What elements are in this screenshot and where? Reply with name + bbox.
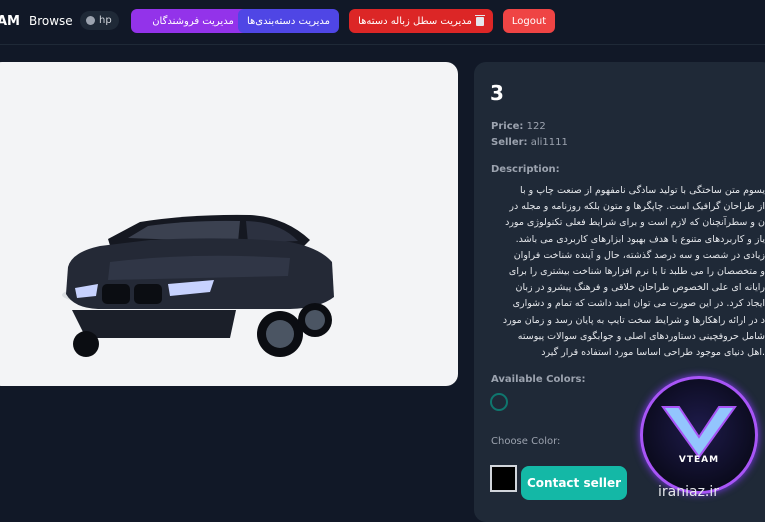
trash-button-label: مدیریت سطل زباله دسته‌ها: [358, 15, 472, 27]
choose-color-label: Choose Color:: [491, 436, 561, 447]
available-colors-label: Available Colors:: [491, 374, 586, 385]
manage-trash-button[interactable]: مدیریت سطل زباله دسته‌ها: [349, 9, 493, 33]
brand-logo[interactable]: AM: [0, 14, 20, 29]
description-text: یسوم متن ساختگی با تولید سادگی نامفهوم ا…: [502, 185, 765, 359]
price-row: Price: 122: [491, 121, 546, 132]
user-name: hp: [99, 15, 112, 26]
price-label: Price:: [491, 121, 524, 132]
product-title: 3: [490, 81, 504, 105]
seller-label: Seller:: [491, 137, 528, 148]
manage-categories-button[interactable]: مدیریت دسته‌بندی‌ها: [238, 9, 339, 33]
product-image-card: [0, 62, 458, 386]
description-label: Description:: [491, 164, 560, 175]
price-value: 122: [526, 121, 546, 132]
user-badge[interactable]: hp: [80, 11, 119, 30]
seller-value: ali1111: [530, 137, 568, 148]
logout-button[interactable]: Logout: [503, 9, 555, 33]
manage-sellers-button[interactable]: مدیریت فروشندگان: [131, 9, 255, 33]
vteam-logo: [640, 376, 758, 494]
user-icon: [86, 16, 95, 25]
trash-icon: [474, 14, 485, 26]
contact-seller-button[interactable]: Contact seller: [521, 466, 627, 500]
color-picker-input[interactable]: [490, 465, 517, 492]
product-car-image: [62, 214, 334, 357]
site-watermark: iraniaz.ir: [658, 484, 720, 500]
color-swatch-teal[interactable]: [490, 393, 508, 411]
top-navbar: AM Browse hp مدیریت فروشندگان مدیریت دست…: [0, 0, 765, 45]
vteam-v-icon: [661, 406, 737, 459]
browse-link[interactable]: Browse: [29, 14, 73, 28]
seller-row: Seller: ali1111: [491, 137, 568, 148]
vteam-logo-text: VTEAM: [678, 455, 720, 465]
